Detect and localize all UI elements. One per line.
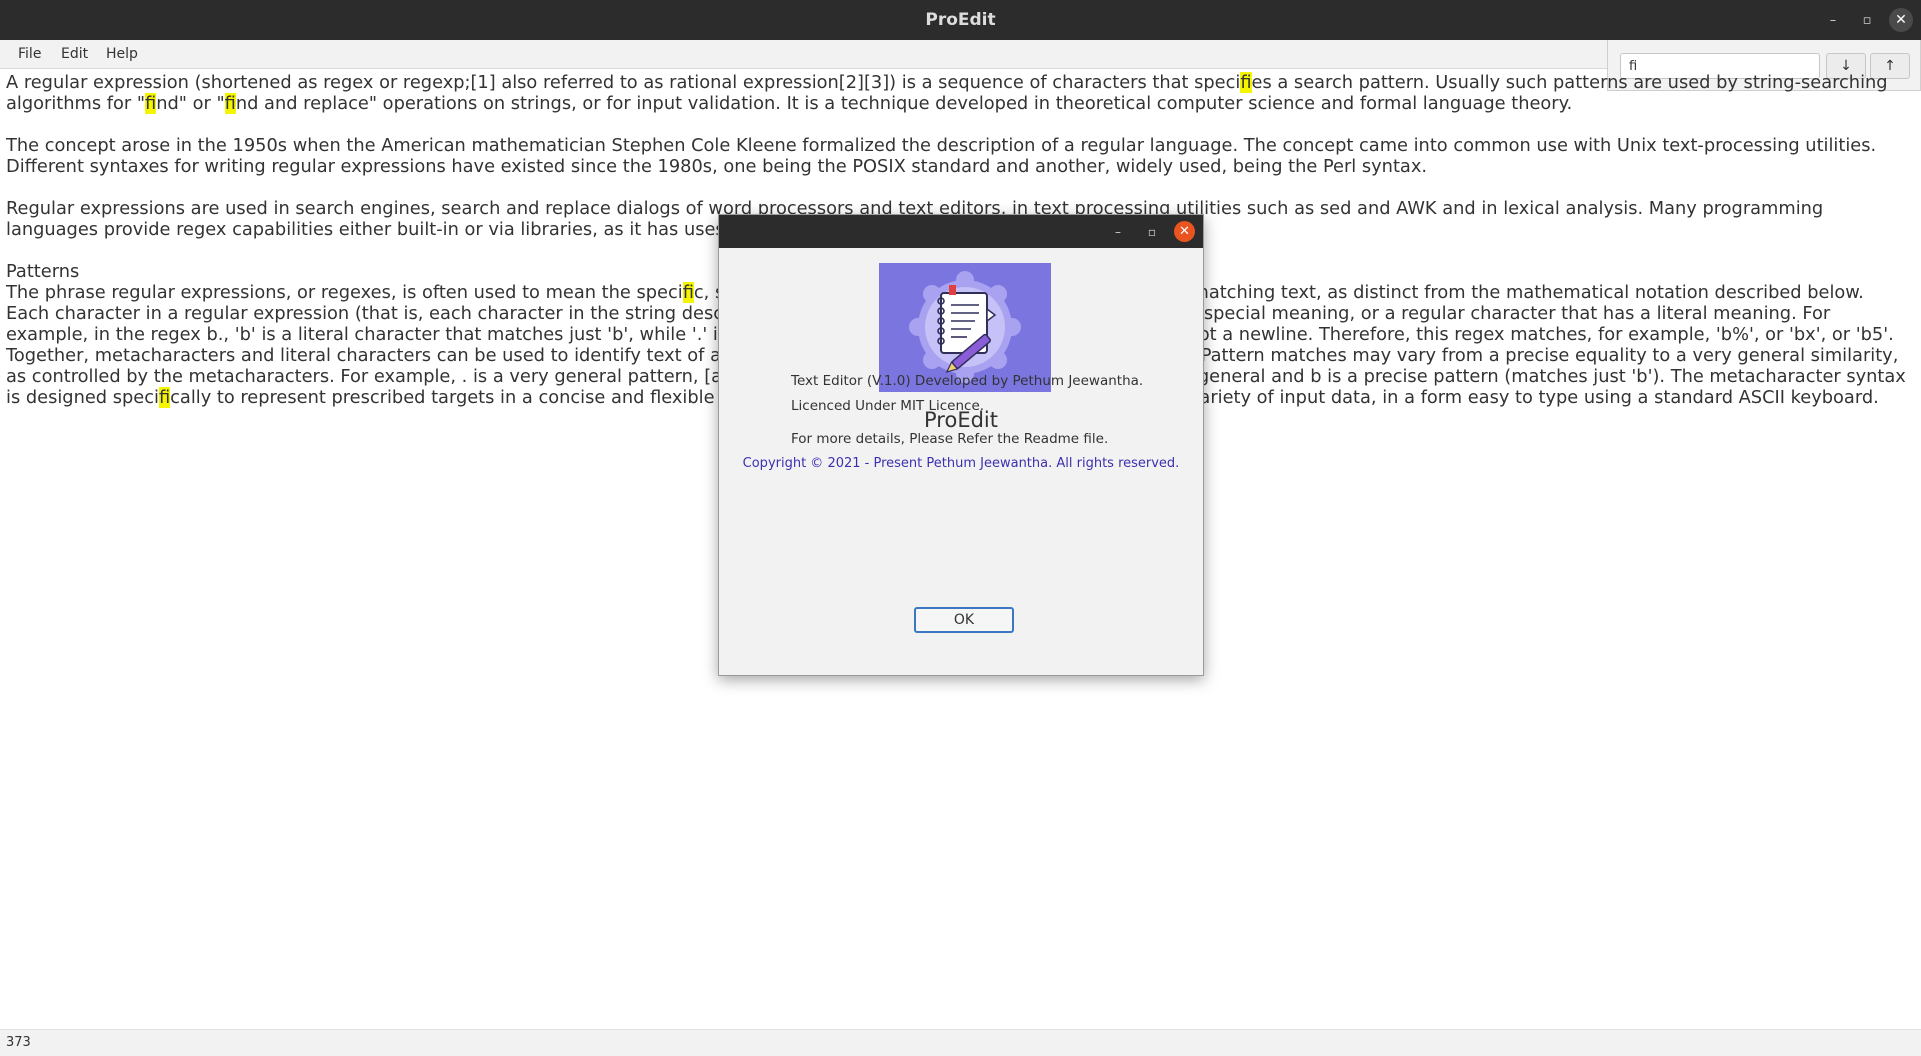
status-bar: 373: [0, 1029, 1921, 1056]
ok-button[interactable]: OK: [914, 607, 1014, 633]
paragraph: The concept arose in the 1950s when the …: [6, 135, 1906, 177]
menu-file[interactable]: File: [10, 40, 49, 68]
search-match-highlight: fi: [145, 93, 157, 114]
text-run: nd" or ": [156, 93, 225, 114]
menu-edit[interactable]: Edit: [53, 40, 96, 68]
maximize-icon[interactable]: ▫: [1855, 8, 1879, 32]
status-value: 373: [6, 1035, 31, 1050]
paragraph: A regular expression (shortened as regex…: [6, 72, 1906, 114]
window-title-bar[interactable]: ProEdit – ▫ ✕: [0, 0, 1921, 40]
close-icon[interactable]: ✕: [1889, 8, 1913, 32]
dialog-maximize-icon[interactable]: ▫: [1142, 222, 1162, 242]
dialog-license-text: Licenced Under MIT Licence.: [791, 398, 985, 414]
text-run: A regular expression (shortened as regex…: [6, 72, 1241, 93]
window-title: ProEdit: [925, 10, 996, 30]
text-run: Patterns: [6, 261, 80, 282]
text-run: The phrase regular expressions, or regex…: [6, 282, 683, 303]
dialog-details-text: For more details, Please Refer the Readm…: [791, 431, 1109, 447]
text-run: nd and replace" operations on strings, o…: [235, 93, 1573, 114]
dialog-close-icon[interactable]: ✕: [1174, 221, 1195, 242]
dialog-title-bar[interactable]: – ▫ ✕: [719, 215, 1203, 248]
about-dialog: – ▫ ✕ ProEdit Text Editor (V.1.0) Develo…: [718, 214, 1204, 676]
search-match-highlight: fi: [1240, 72, 1252, 93]
dialog-version-text: Text Editor (V.1.0) Developed by Pethum …: [791, 373, 1144, 389]
menu-help[interactable]: Help: [98, 40, 146, 68]
minimize-icon[interactable]: –: [1821, 8, 1845, 32]
dialog-copyright-text: Copyright © 2021 - Present Pethum Jeewan…: [742, 456, 1180, 471]
search-match-highlight: fi: [682, 282, 694, 303]
dialog-minimize-icon[interactable]: –: [1108, 222, 1128, 242]
search-match-highlight: fi: [224, 93, 236, 114]
search-match-highlight: fi: [158, 387, 171, 408]
text-run: The concept arose in the 1950s when the …: [6, 135, 1877, 177]
